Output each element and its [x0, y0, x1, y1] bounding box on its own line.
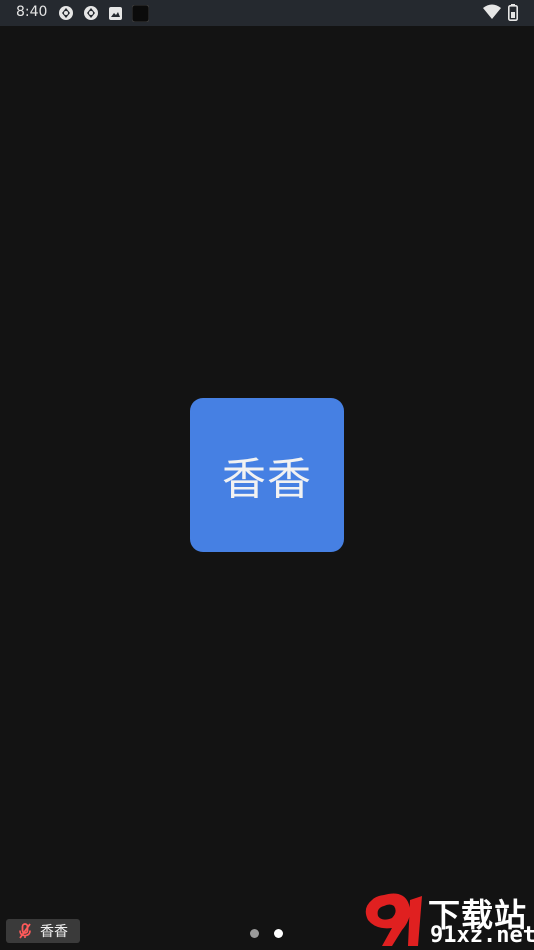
page-dot-2[interactable]: [274, 929, 283, 938]
battery-icon: [508, 4, 518, 21]
sync-icon: [84, 6, 98, 20]
wifi-icon: [483, 4, 501, 19]
image-icon: [109, 7, 122, 20]
participant-name: 香香: [222, 454, 312, 505]
app-icon: [132, 5, 149, 22]
chip-participant-name: 香香: [40, 924, 68, 940]
page-dot-1[interactable]: [250, 929, 259, 938]
status-time: 8:40: [16, 4, 48, 20]
participant-avatar-tile[interactable]: 香香: [190, 398, 344, 552]
status-bar: 8:40: [0, 0, 534, 26]
sync-icon: [59, 6, 73, 20]
watermark-url: 91xz.net: [430, 923, 534, 948]
mic-off-icon: [19, 923, 31, 939]
participant-name-chip: 香香: [6, 919, 80, 943]
